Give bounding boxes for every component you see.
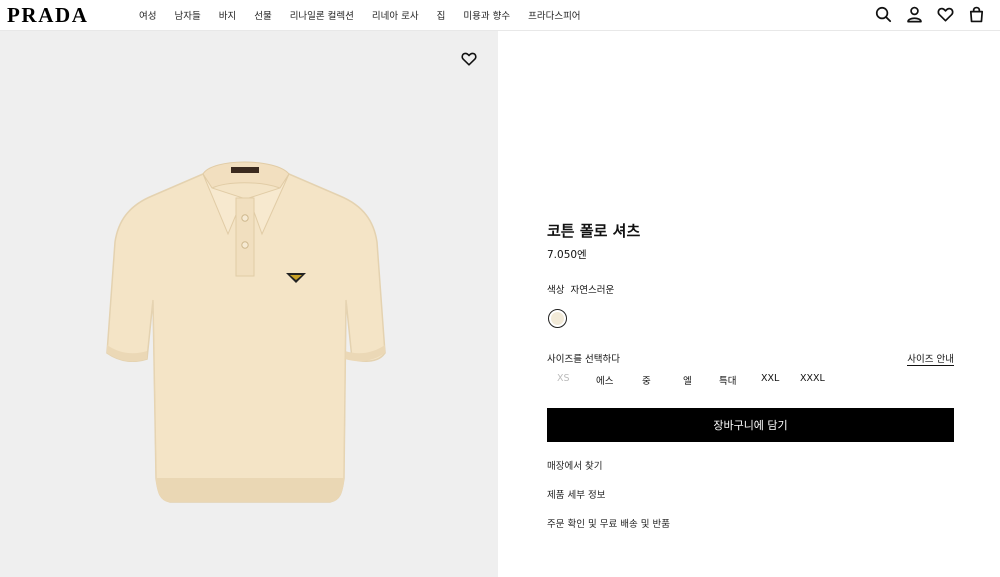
add-to-wishlist-icon[interactable] [460,50,478,68]
color-row: 색상 자연스러운 [547,282,614,296]
size-option-l[interactable]: 엘 [683,373,692,387]
account-icon[interactable] [905,5,924,24]
product-price: 7.050엔 [547,249,587,261]
main-nav: 여성 남자들 바지 선물 리나일론 컬렉션 리네아 로사 집 미용과 향수 프라… [139,0,599,30]
header-icons [874,5,986,24]
product-image-gallery [0,31,498,577]
color-swatch[interactable] [548,309,567,328]
find-in-store-link[interactable]: 매장에서 찾기 [547,458,602,472]
nav-item-pants[interactable]: 바지 [219,8,236,22]
product-title: 코튼 폴로 셔츠 [547,222,641,240]
nav-item-gifts[interactable]: 선물 [254,8,271,22]
size-option-s[interactable]: 에스 [596,373,613,387]
prada-logo[interactable]: PRADA [7,3,89,28]
nav-item-men[interactable]: 남자들 [174,8,200,22]
product-image[interactable] [100,148,386,532]
shopping-bag-icon[interactable] [967,5,986,24]
color-label: 색상 [547,285,565,296]
nav-item-beauty[interactable]: 미용과 향수 [463,8,510,22]
nav-item-re-nylon[interactable]: 리나일론 컬렉션 [290,8,354,22]
nav-item-linea-rossa[interactable]: 리네아 로사 [372,8,419,22]
nav-item-pradasphere[interactable]: 프라다스피어 [528,8,580,22]
size-options: XS 에스 중 엘 특대 XXL XXXL [547,373,847,387]
nav-item-women[interactable]: 여성 [139,8,156,22]
add-to-cart-label: 장바구니에 담기 [713,419,788,432]
site-header: PRADA 여성 남자들 바지 선물 리나일론 컬렉션 리네아 로사 집 미용과… [0,0,1000,31]
search-icon[interactable] [874,5,893,24]
shipping-returns-link[interactable]: 주문 확인 및 무료 배송 및 반품 [547,516,670,530]
color-value: 자연스러운 [570,285,615,296]
size-option-xl[interactable]: 특대 [719,373,736,387]
size-option-xs: XS [557,373,570,384]
wishlist-icon[interactable] [936,5,955,24]
size-option-xxl[interactable]: XXL [761,373,779,384]
size-select-label: 사이즈를 선택하다 [547,354,620,365]
size-option-xxxl[interactable]: XXXL [800,373,825,384]
product-details-link[interactable]: 제품 세부 정보 [547,487,605,501]
size-option-m[interactable]: 중 [642,373,651,387]
size-guide-link[interactable]: 사이즈 안내 [907,351,954,366]
nav-item-home[interactable]: 집 [437,8,446,22]
add-to-cart-button[interactable]: 장바구니에 담기 [547,408,954,442]
